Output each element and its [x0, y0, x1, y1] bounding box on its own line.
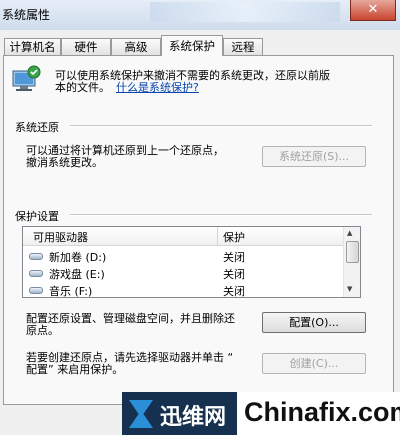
tab-hardware[interactable]: 硬件: [61, 38, 111, 55]
scroll-thumb[interactable]: [346, 241, 359, 263]
scroll-up-icon[interactable]: ▲: [347, 229, 352, 237]
close-icon: ✕: [367, 2, 379, 17]
drive-row[interactable]: 游戏盘 (E:) 关闭: [23, 265, 345, 282]
tab-advanced[interactable]: 高级: [111, 38, 161, 55]
configure-button[interactable]: 配置(O)...: [262, 312, 366, 333]
column-separator: [217, 227, 218, 245]
system-restore-group-label: 系统还原: [15, 121, 59, 134]
drive-row[interactable]: 新加卷 (D:) 关闭: [23, 248, 345, 265]
title-bar-decoration: [150, 2, 340, 22]
drive-name: 游戏盘 (E:): [49, 268, 105, 281]
title-bar: 系统属性 ✕: [0, 0, 400, 30]
close-button[interactable]: ✕: [350, 0, 396, 21]
column-header-drives[interactable]: 可用驱动器: [33, 229, 88, 245]
tab-computer-name[interactable]: 计算机名: [4, 38, 61, 55]
logo-mark-icon: [129, 400, 153, 428]
what-is-system-protection-link[interactable]: 什么是系统保护?: [116, 80, 199, 95]
watermark: 迅维网 Chinafix.com: [122, 392, 400, 435]
tab-system-protection[interactable]: 系统保护: [161, 35, 223, 56]
drive-icon: [29, 253, 43, 260]
watermark-site: Chinafix.com: [244, 397, 400, 427]
drive-icon: [29, 287, 43, 294]
create-button[interactable]: 创建(C)...: [262, 353, 366, 374]
drive-protection-status: 关闭: [223, 285, 245, 298]
system-restore-divider: [70, 125, 372, 127]
protection-settings-divider: [70, 214, 372, 216]
drive-list-scrollbar[interactable]: ▲ ▼: [343, 227, 360, 297]
drive-list[interactable]: 可用驱动器 保护 新加卷 (D:) 关闭 游戏盘 (E:) 关闭 音乐 (F:)…: [22, 226, 361, 298]
system-restore-button[interactable]: 系统还原(S)...: [262, 146, 366, 167]
drive-protection-status: 关闭: [223, 251, 245, 264]
drive-protection-status: 关闭: [223, 268, 245, 281]
column-header-protection[interactable]: 保护: [223, 229, 245, 245]
intro-text-line2: 本的文件。: [55, 81, 110, 94]
system-protection-icon: [12, 65, 41, 91]
watermark-logo: 迅维网: [122, 392, 237, 435]
scroll-down-icon[interactable]: ▼: [347, 285, 352, 293]
window-title: 系统属性: [2, 8, 51, 22]
configure-text-line2: 原点。: [26, 324, 59, 337]
tab-remote[interactable]: 远程: [223, 38, 263, 55]
system-restore-text-line2: 撤消系统更改。: [26, 156, 103, 169]
watermark-logo-text: 迅维网: [160, 405, 227, 430]
protection-settings-group-label: 保护设置: [15, 210, 59, 223]
create-text-line2: 配置” 来启用保护。: [26, 363, 124, 376]
drive-name: 音乐 (F:): [49, 285, 93, 298]
drive-list-header: 可用驱动器 保护: [23, 227, 345, 246]
drive-row[interactable]: 音乐 (F:) 关闭: [23, 282, 345, 298]
drive-icon: [29, 270, 43, 277]
drive-name: 新加卷 (D:): [49, 251, 107, 264]
